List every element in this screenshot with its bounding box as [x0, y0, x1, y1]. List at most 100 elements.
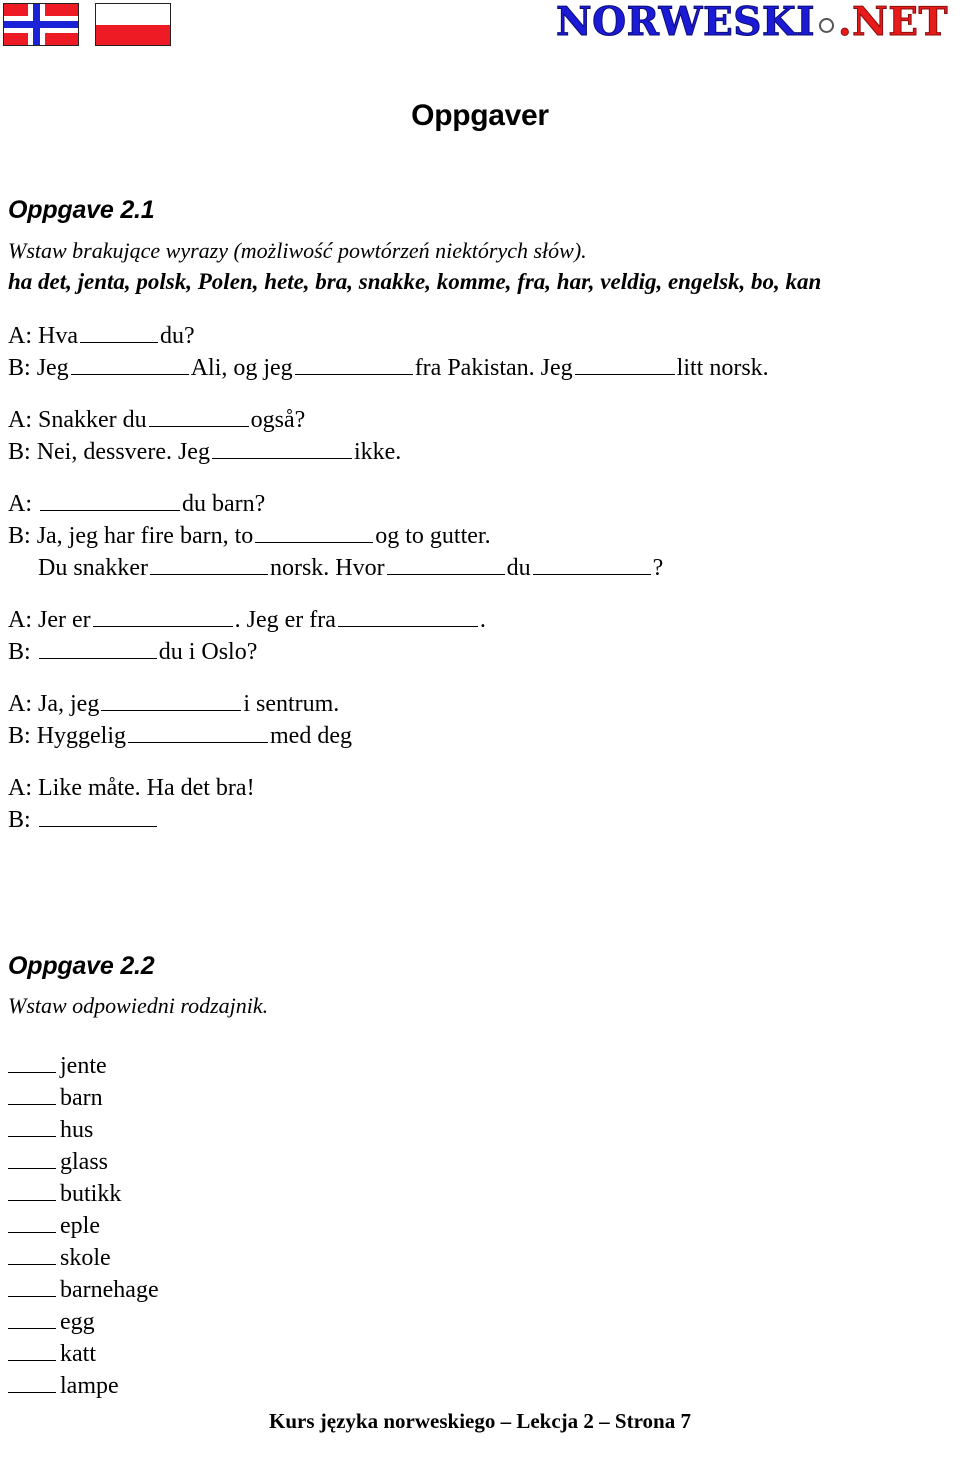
noun-label: eple	[60, 1213, 100, 1239]
fill-in-blank[interactable]	[92, 606, 233, 627]
line-text: du barn?	[182, 491, 266, 517]
list-item: barn	[8, 1082, 159, 1114]
fill-in-blank[interactable]	[532, 554, 651, 575]
fill-in-blank[interactable]	[38, 638, 157, 659]
noun-label: barn	[60, 1085, 103, 1111]
fill-in-blank[interactable]	[101, 690, 242, 711]
noun-label: hus	[60, 1117, 94, 1143]
line-text: Jeg	[36, 355, 69, 381]
fill-in-blank[interactable]	[255, 522, 374, 543]
dialogue-line: A: Snakker du også?	[8, 404, 953, 436]
exercise-2-heading: Oppgave 2.2	[8, 952, 155, 980]
norway-flag-icon	[3, 3, 79, 46]
article-blank[interactable]	[8, 1180, 56, 1201]
line-text: med deg	[270, 723, 352, 749]
exercise-1-heading: Oppgave 2.1	[8, 196, 155, 224]
noun-label: egg	[60, 1309, 95, 1335]
line-text: Like måte. Ha det bra!	[38, 775, 255, 801]
fill-in-blank[interactable]	[294, 354, 413, 375]
fill-in-blank[interactable]	[70, 354, 189, 375]
exercise-1-instruction: Wstaw brakujące wyrazy (możliwość powtór…	[8, 238, 587, 263]
dialogue-line: B:	[8, 804, 953, 836]
dialogue-line: B: du i Oslo?	[8, 636, 953, 668]
exercise-1-dialogue: A: Hva du? B: Jeg Ali, og jeg fra Pakistan.…	[8, 320, 953, 836]
fill-in-blank[interactable]	[386, 554, 505, 575]
line-text: Hyggelig	[36, 723, 127, 749]
article-blank[interactable]	[8, 1084, 56, 1105]
noun-label: barnehage	[60, 1277, 159, 1303]
dialogue-line: A: Jer er . Jeg er fra.	[8, 604, 953, 636]
list-item: egg	[8, 1306, 159, 1338]
list-item: hus	[8, 1114, 159, 1146]
line-text: ikke.	[353, 439, 402, 465]
flag-group	[3, 3, 171, 46]
noun-label: lampe	[60, 1373, 119, 1399]
noun-label: butikk	[60, 1181, 122, 1207]
fill-in-blank[interactable]	[128, 722, 269, 743]
line-text: Ja, jeg har fire barn, to	[36, 523, 254, 549]
fill-in-blank[interactable]	[79, 322, 158, 343]
article-blank[interactable]	[8, 1052, 56, 1073]
site-logo: NORWESKI .NET	[555, 0, 948, 45]
line-text: . Jeg er fra	[234, 607, 336, 633]
list-item: glass	[8, 1146, 159, 1178]
speaker-label: A:	[8, 491, 32, 517]
list-item: lampe	[8, 1370, 159, 1402]
noun-label: katt	[60, 1341, 96, 1367]
list-item: skole	[8, 1242, 159, 1274]
speaker-label: B:	[8, 439, 31, 465]
line-text: Nei, dessvere. Jeg	[36, 439, 210, 465]
dialogue-line: B: Jeg Ali, og jeg fra Pakistan. Jeg litt n…	[8, 352, 953, 384]
dialogue-line: A: Like måte. Ha det bra!	[8, 772, 953, 804]
line-text: Ja, jeg	[38, 691, 100, 717]
speaker-label: B:	[8, 523, 31, 549]
fill-in-blank[interactable]	[149, 554, 268, 575]
noun-label: jente	[60, 1053, 107, 1079]
noun-label: glass	[60, 1149, 108, 1175]
speaker-label: B:	[8, 807, 31, 833]
exercise-2-instruction: Wstaw odpowiedni rodzajnik.	[8, 993, 269, 1018]
fill-in-blank[interactable]	[40, 490, 180, 511]
list-item: eple	[8, 1210, 159, 1242]
dialogue-line: B: Hyggelig med deg	[8, 720, 953, 752]
line-text: og to gutter.	[375, 523, 491, 549]
dialogue-line: B: Nei, dessvere. Jeg ikke.	[8, 436, 953, 468]
line-text: norsk. Hvor	[269, 555, 385, 581]
list-item: butikk	[8, 1178, 159, 1210]
article-blank[interactable]	[8, 1308, 56, 1329]
dialogue-line: Du snakker norsk. Hvor du?	[8, 552, 953, 584]
logo-primary-text: NORWESKI	[555, 0, 816, 45]
article-blank[interactable]	[8, 1372, 56, 1393]
line-text: du?	[159, 323, 195, 349]
logo-dot-icon	[819, 18, 835, 33]
poland-flag-icon	[95, 3, 171, 46]
article-blank[interactable]	[8, 1116, 56, 1137]
fill-in-blank[interactable]	[148, 406, 249, 427]
dialogue-line: A: Ja, jeg i sentrum.	[8, 688, 953, 720]
fill-in-blank[interactable]	[211, 438, 352, 459]
exercise-1-word-bank: ha det, jenta, polsk, Polen, hete, bra, …	[8, 269, 822, 294]
article-blank[interactable]	[8, 1276, 56, 1297]
list-item: barnehage	[8, 1274, 159, 1306]
article-blank[interactable]	[8, 1212, 56, 1233]
line-text: Ali, og jeg	[190, 355, 293, 381]
article-blank[interactable]	[8, 1340, 56, 1361]
dialogue-line: B: Ja, jeg har fire barn, to og to gutter…	[8, 520, 953, 552]
line-text: litt norsk.	[676, 355, 769, 381]
fill-in-blank[interactable]	[38, 806, 157, 827]
fill-in-blank[interactable]	[574, 354, 675, 375]
line-text: .	[479, 607, 486, 633]
speaker-label: A:	[8, 607, 32, 633]
speaker-label: B:	[8, 723, 31, 749]
line-text: ?	[652, 555, 664, 581]
line-text: du i Oslo?	[158, 639, 258, 665]
speaker-label: A:	[8, 691, 32, 717]
speaker-label: A:	[8, 407, 32, 433]
line-text: fra Pakistan. Jeg	[414, 355, 573, 381]
article-blank[interactable]	[8, 1244, 56, 1265]
article-blank[interactable]	[8, 1148, 56, 1169]
list-item: katt	[8, 1338, 159, 1370]
page-footer: Kurs języka norweskiego – Lekcja 2 – Str…	[269, 1409, 691, 1433]
fill-in-blank[interactable]	[337, 606, 478, 627]
line-text: i sentrum.	[243, 691, 340, 717]
